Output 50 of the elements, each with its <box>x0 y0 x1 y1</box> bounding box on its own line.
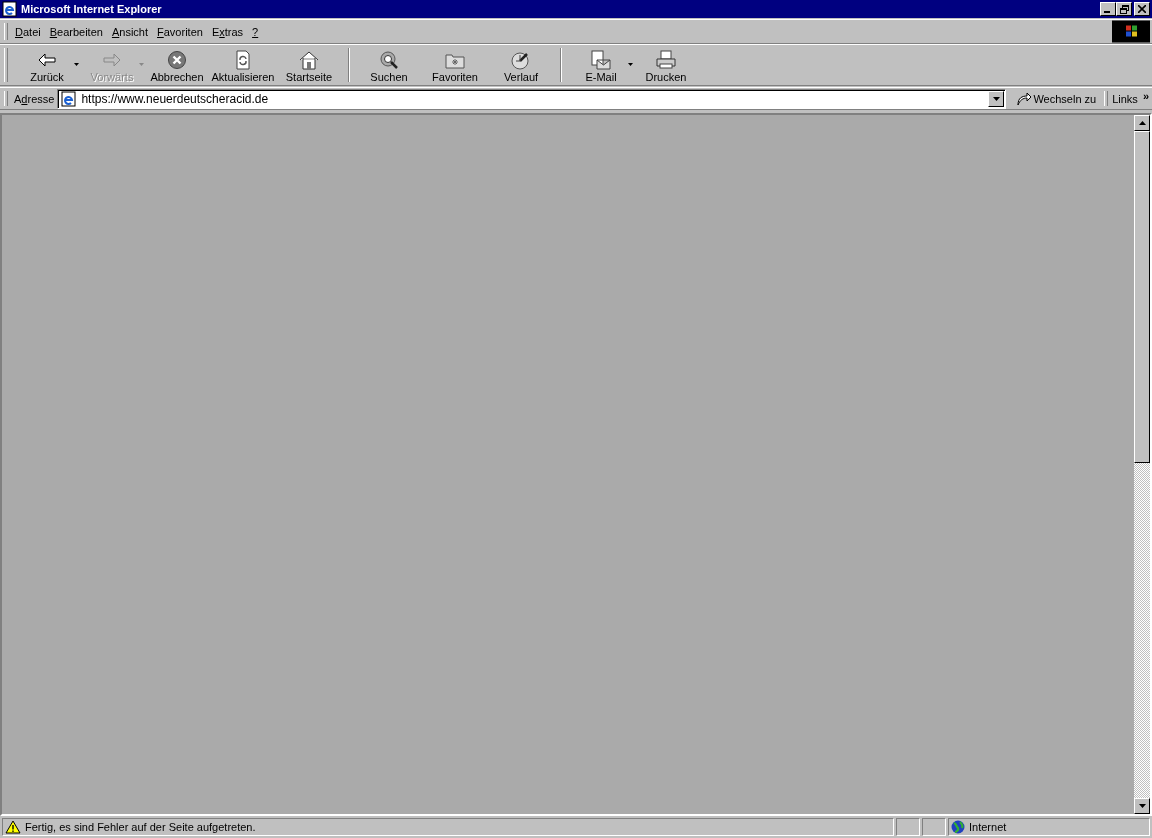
links-button[interactable]: Links <box>1112 92 1138 105</box>
toolbar-button[interactable]: Suchen <box>356 47 422 83</box>
window-title: Microsoft Internet Explorer <box>21 3 163 15</box>
status-message: Fertig, es sind Fehler auf der Seite aufgetreten. <box>25 821 256 833</box>
toolbar-button[interactable]: Startseite <box>276 47 342 83</box>
menu-item[interactable]: Extras <box>210 25 251 38</box>
globe-icon <box>951 820 965 834</box>
windows-logo-icon <box>1112 19 1150 44</box>
close-icon <box>1138 5 1146 13</box>
close-button[interactable] <box>1134 2 1150 16</box>
toolbar-button[interactable]: Favoriten <box>422 47 488 83</box>
toolbar-button[interactable]: Abbrechen <box>144 47 210 83</box>
toolbar-button[interactable]: Zurück <box>14 47 80 83</box>
toolbar-button[interactable]: Verlauf <box>488 47 554 83</box>
house-icon <box>297 49 321 70</box>
more-chevron[interactable]: » <box>1142 89 1149 102</box>
address-field[interactable]: https://www.neuerdeutscheracid.de <box>57 88 1007 109</box>
toolbar-button[interactable]: Aktualisieren <box>210 47 276 83</box>
dropdown-caret-icon[interactable] <box>74 62 79 66</box>
security-zone: Internet <box>969 821 1007 833</box>
stop-icon <box>165 49 189 70</box>
menu-item[interactable]: ? <box>251 25 266 38</box>
warning-icon <box>5 820 21 834</box>
menu-item[interactable]: Favoriten <box>156 25 210 38</box>
down-arrow-icon <box>1138 804 1146 808</box>
dropdown-button[interactable] <box>988 90 1005 107</box>
toolbar-button[interactable]: E-Mail <box>568 47 634 83</box>
browser-logo-icon <box>2 1 18 17</box>
scroll-thumb[interactable] <box>1134 131 1150 463</box>
menu-item[interactable]: Bearbeiten <box>48 25 110 38</box>
minimize-button[interactable] <box>1100 2 1116 16</box>
status-pane <box>922 818 946 836</box>
address-label: Adresse <box>14 92 55 105</box>
caret-icon <box>992 96 1000 101</box>
menu-item[interactable]: Ansicht <box>110 25 155 38</box>
scroll-up-button[interactable] <box>1134 115 1150 131</box>
curved-arrow-icon <box>1016 91 1033 106</box>
go-button[interactable]: Wechseln zu <box>1006 91 1101 106</box>
restore-icon <box>1119 4 1129 14</box>
scroll-down-button[interactable] <box>1134 798 1150 814</box>
status-pane <box>896 818 920 836</box>
printer-icon <box>654 49 678 70</box>
restore-button[interactable] <box>1116 2 1132 16</box>
envelope-icon <box>589 49 613 70</box>
page-icon <box>61 90 78 107</box>
menu-item[interactable]: Datei <box>14 25 48 38</box>
vertical-scrollbar[interactable] <box>1134 115 1150 814</box>
toolbar-button[interactable]: Drucken <box>633 47 699 83</box>
up-arrow-icon <box>1138 121 1146 125</box>
dropdown-caret-icon[interactable] <box>628 62 633 66</box>
